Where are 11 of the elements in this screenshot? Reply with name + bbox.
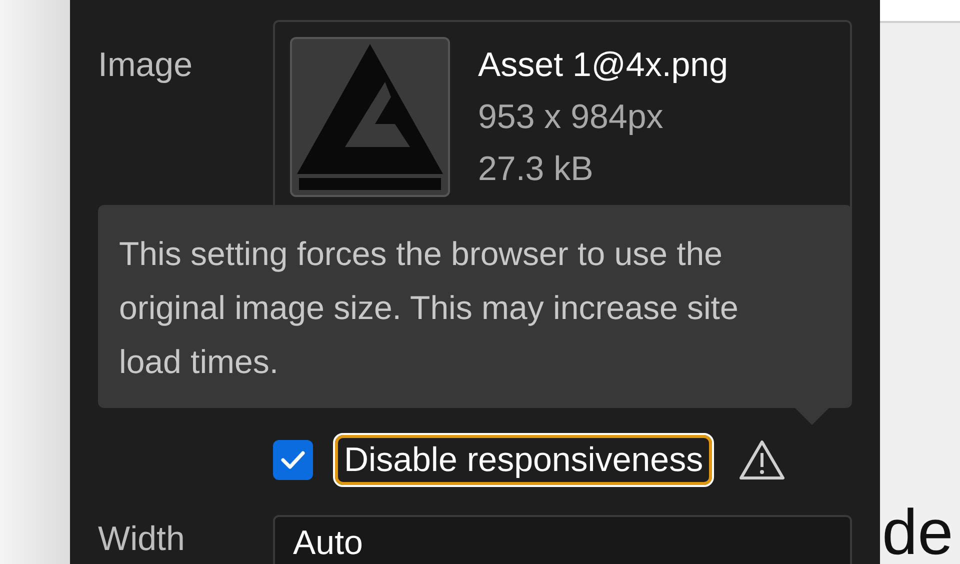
option-label[interactable]: Disable responsiveness: [335, 435, 712, 485]
file-name: Asset 1@4x.png: [478, 45, 728, 86]
file-size: 27.3 kB: [478, 149, 594, 190]
warning-icon[interactable]: [738, 439, 786, 481]
width-field[interactable]: Auto: [273, 515, 852, 564]
image-dimensions: 953 x 984px: [478, 97, 664, 138]
checkbox[interactable]: [273, 440, 313, 480]
checkmark-icon: [280, 449, 306, 471]
image-label: Image: [98, 45, 194, 86]
width-label: Width: [98, 519, 186, 560]
canvas-text: de: [882, 502, 954, 562]
